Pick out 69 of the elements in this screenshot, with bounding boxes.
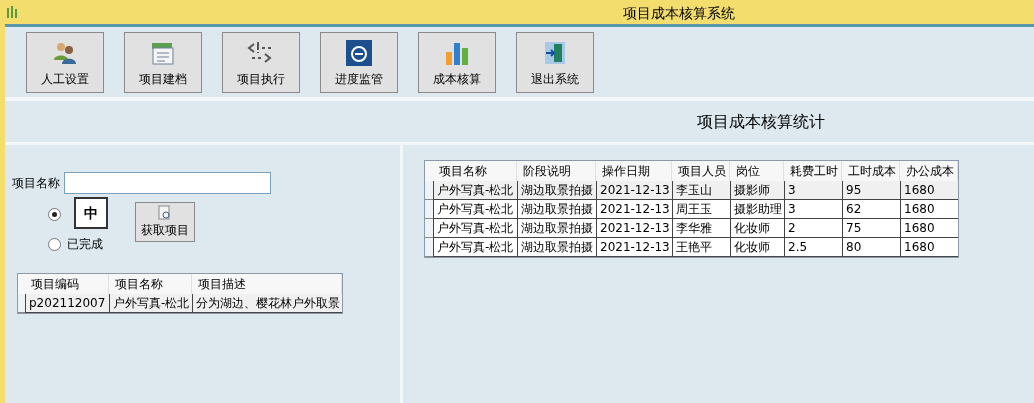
row-header[interactable] bbox=[425, 238, 433, 257]
column-header[interactable]: 项目名称 bbox=[433, 161, 517, 181]
table-cell: 周王玉 bbox=[672, 200, 730, 219]
table-cell: 3 bbox=[784, 181, 842, 200]
table-cell: 2021-12-13 bbox=[596, 238, 672, 257]
column-header[interactable]: 阶段说明 bbox=[517, 161, 596, 181]
table-cell: 3 bbox=[784, 200, 842, 219]
fetch-project-button[interactable]: 获取项目 bbox=[135, 202, 195, 242]
table-cell: 户外写真-松北 bbox=[433, 219, 517, 238]
column-header[interactable]: 办公成本 bbox=[900, 161, 958, 181]
column-header[interactable]: 项目名称 bbox=[109, 274, 192, 294]
document-search-icon bbox=[158, 205, 172, 221]
table-cell: 李玉山 bbox=[672, 181, 730, 200]
table-cell: 户外写真-松北 bbox=[109, 294, 192, 313]
window-title: 项目成本核算系统 bbox=[623, 4, 735, 23]
table-cell: p202112007 bbox=[25, 294, 109, 313]
project-name-input[interactable] bbox=[64, 172, 271, 194]
table-cell: 2.5 bbox=[784, 238, 842, 257]
table-cell: 分为湖边、樱花林户外取景 bbox=[192, 294, 342, 313]
toolbar-button[interactable]: 成本核算 bbox=[418, 31, 496, 93]
column-header[interactable]: 项目描述 bbox=[192, 274, 342, 294]
toolbar-button[interactable]: 项目执行 bbox=[222, 31, 300, 93]
table-cell: 2021-12-13 bbox=[596, 181, 672, 200]
table-cell: 2021-12-13 bbox=[596, 219, 672, 238]
table-cell: 1680 bbox=[900, 238, 958, 257]
table-cell: 95 bbox=[842, 181, 900, 200]
toolbar-button[interactable]: 进度监管 bbox=[320, 31, 398, 93]
table-cell: 户外写真-松北 bbox=[433, 238, 517, 257]
table-cell: 化妆师 bbox=[730, 238, 784, 257]
radio-label: 已完成 bbox=[67, 236, 103, 253]
table-cell: 1680 bbox=[900, 200, 958, 219]
table-cell: 湖边取景拍摄 bbox=[517, 219, 596, 238]
toolbar-button[interactable]: 退出系统 bbox=[516, 31, 594, 93]
row-header[interactable] bbox=[18, 294, 25, 313]
app-icon bbox=[6, 5, 20, 19]
toolbar-button[interactable]: 项目建档 bbox=[124, 31, 202, 93]
table-cell: 2 bbox=[784, 219, 842, 238]
table-cell: 化妆师 bbox=[730, 219, 784, 238]
table-cell: 摄影师 bbox=[730, 181, 784, 200]
table-cell: 户外写真-松北 bbox=[433, 200, 517, 219]
column-header[interactable]: 岗位 bbox=[730, 161, 784, 181]
row-header[interactable] bbox=[425, 219, 433, 238]
table-cell: 李华雅 bbox=[672, 219, 730, 238]
field-label: 项目名称 bbox=[12, 175, 60, 192]
radio-button[interactable] bbox=[48, 207, 61, 221]
table-cell: 1680 bbox=[900, 181, 958, 200]
column-header[interactable]: 操作日期 bbox=[596, 161, 672, 181]
toolbar-button[interactable]: 人工设置 bbox=[26, 31, 104, 93]
column-header[interactable]: 耗费工时 bbox=[784, 161, 842, 181]
table-cell: 王艳平 bbox=[672, 238, 730, 257]
table-cell: 2021-12-13 bbox=[596, 200, 672, 219]
table-cell: 湖边取景拍摄 bbox=[517, 238, 596, 257]
table-cell: 1680 bbox=[900, 219, 958, 238]
row-header[interactable] bbox=[425, 200, 433, 219]
table-cell: 湖边取景拍摄 bbox=[517, 200, 596, 219]
table-cell: 80 bbox=[842, 238, 900, 257]
row-header[interactable] bbox=[425, 181, 433, 200]
table-cell: 湖边取景拍摄 bbox=[517, 181, 596, 200]
ime-indicator: 中 bbox=[74, 197, 108, 229]
column-header[interactable]: 工时成本 bbox=[842, 161, 900, 181]
table-cell: 摄影助理 bbox=[730, 200, 784, 219]
table-cell: 62 bbox=[842, 200, 900, 219]
table-cell: 75 bbox=[842, 219, 900, 238]
radio-button[interactable] bbox=[48, 237, 61, 251]
page-title: 项目成本核算统计 bbox=[697, 110, 825, 133]
column-header[interactable]: 项目人员 bbox=[672, 161, 730, 181]
column-header[interactable]: 项目编码 bbox=[25, 274, 109, 294]
table-cell: 户外写真-松北 bbox=[433, 181, 517, 200]
exit-door-icon bbox=[543, 39, 567, 66]
